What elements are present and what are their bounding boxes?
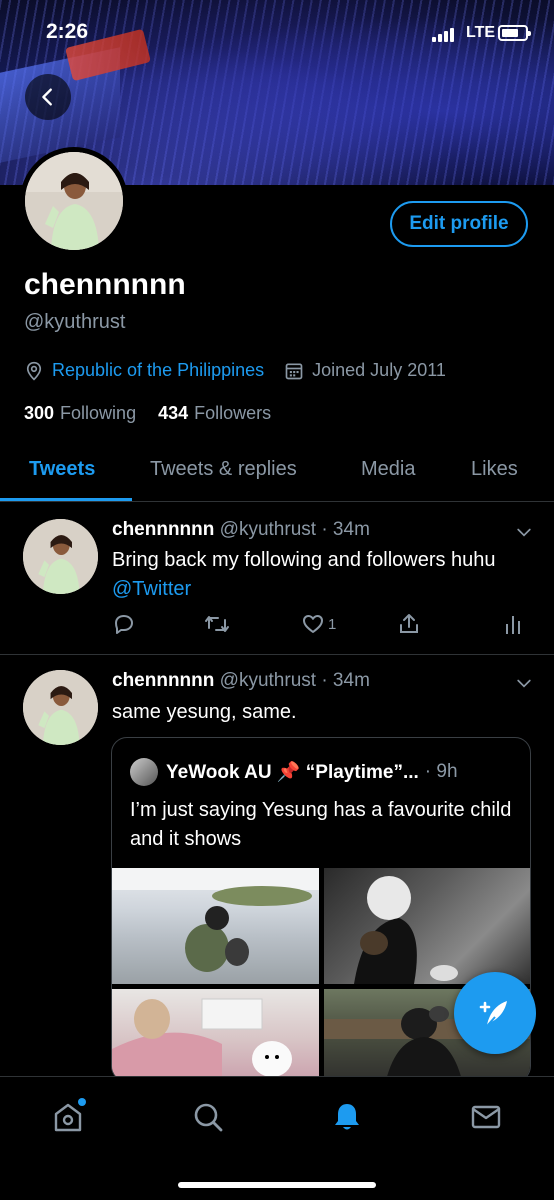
profile-tabs: Tweets Tweets & replies Media Likes <box>0 440 554 502</box>
signal-strength-icon <box>432 28 454 42</box>
tab-tweets[interactable]: Tweets <box>29 458 95 481</box>
tweet-header: chennnnnn @kyuthrust · 34m <box>112 670 370 692</box>
compose-feather-icon <box>479 1001 507 1027</box>
messages-envelope-icon <box>471 1105 501 1129</box>
edit-profile-button[interactable]: Edit profile <box>390 201 528 247</box>
tweet-author-name[interactable]: chennnnnn <box>112 519 214 540</box>
chevron-left-icon <box>42 88 52 106</box>
nav-home[interactable] <box>48 1097 88 1137</box>
tweet-author-meta: @kyuthrust · 34m <box>219 519 370 540</box>
profile-display-name: chennnnnn <box>24 268 186 301</box>
chevron-down-icon[interactable] <box>514 673 534 693</box>
quoted-tweet-text: I’m just saying Yesung has a favourite c… <box>130 799 512 850</box>
quoted-tweet-header: YeWook AU 📌 “Playtime”... · 9h <box>130 758 458 786</box>
tweet-text-body: Bring back my following and followers hu… <box>112 549 496 571</box>
media-photo[interactable] <box>324 868 530 984</box>
tweet-author-meta: @kyuthrust · 34m <box>219 670 370 691</box>
share-icon <box>400 614 418 633</box>
location-pin-icon <box>26 361 42 380</box>
profile-avatar[interactable] <box>20 147 128 255</box>
profile-counts: 300 Following 434 Followers <box>24 403 271 424</box>
search-icon <box>194 1103 223 1132</box>
tweet-header: chennnnnn @kyuthrust · 34m <box>112 519 370 541</box>
media-photo[interactable] <box>112 989 319 1081</box>
back-button[interactable] <box>25 74 71 120</box>
calendar-icon <box>285 363 303 379</box>
profile-joined-date: Joined July 2011 <box>312 360 446 380</box>
battery-icon <box>498 25 531 41</box>
followers-count[interactable]: 434 <box>158 403 188 424</box>
reply-button[interactable] <box>112 612 136 636</box>
notifications-bell-icon <box>335 1104 359 1130</box>
analytics-icon <box>506 616 520 634</box>
heart-icon <box>303 615 323 633</box>
analytics-button[interactable] <box>504 612 524 636</box>
chevron-down-icon[interactable] <box>514 522 534 542</box>
quoted-tweet-avatar <box>130 758 158 786</box>
retweet-icon <box>205 616 229 632</box>
compose-tweet-button[interactable] <box>454 972 536 1054</box>
nav-search[interactable] <box>188 1097 228 1137</box>
nav-messages[interactable] <box>466 1097 506 1137</box>
like-button[interactable]: 1 <box>301 612 336 636</box>
tab-tweets-replies[interactable]: Tweets & replies <box>150 458 297 481</box>
tweet-author-name[interactable]: chennnnnn <box>112 670 214 691</box>
quoted-tweet-time: · 9h <box>424 761 458 782</box>
tweet-divider <box>0 654 554 655</box>
share-button[interactable] <box>397 612 421 636</box>
reply-icon <box>115 615 133 634</box>
tab-media[interactable]: Media <box>361 458 415 481</box>
tweet-mention-link[interactable]: @Twitter <box>112 578 191 600</box>
like-count: 1 <box>328 615 337 633</box>
tweet-actions: 1 <box>112 612 532 642</box>
status-time: 2:26 <box>46 20 89 43</box>
retweet-button[interactable] <box>204 612 230 636</box>
tweet-text: same yesung, same. <box>112 701 297 723</box>
following-label[interactable]: Following <box>60 403 136 424</box>
tab-likes[interactable]: Likes <box>471 458 518 481</box>
tweet-avatar[interactable] <box>23 670 98 745</box>
following-count[interactable]: 300 <box>24 403 54 424</box>
status-bar: 2:26 LTE <box>0 0 554 66</box>
network-type: LTE <box>466 24 496 41</box>
nav-notifications[interactable] <box>327 1097 367 1137</box>
active-tab-indicator <box>0 498 132 501</box>
profile-meta: Republic of the Philippines Joined July … <box>24 360 446 381</box>
media-photo[interactable] <box>112 868 319 984</box>
quoted-tweet-author: YeWook AU 📌 “Playtime”... <box>166 762 419 783</box>
followers-label[interactable]: Followers <box>194 403 271 424</box>
home-indicator <box>178 1182 376 1188</box>
tweet-avatar[interactable] <box>23 519 98 594</box>
profile-location-link[interactable]: Republic of the Philippines <box>52 360 264 381</box>
profile-handle: @kyuthrust <box>24 311 126 333</box>
tweet-text: Bring back my following and followers hu… <box>112 546 522 604</box>
home-notification-dot <box>78 1098 86 1106</box>
